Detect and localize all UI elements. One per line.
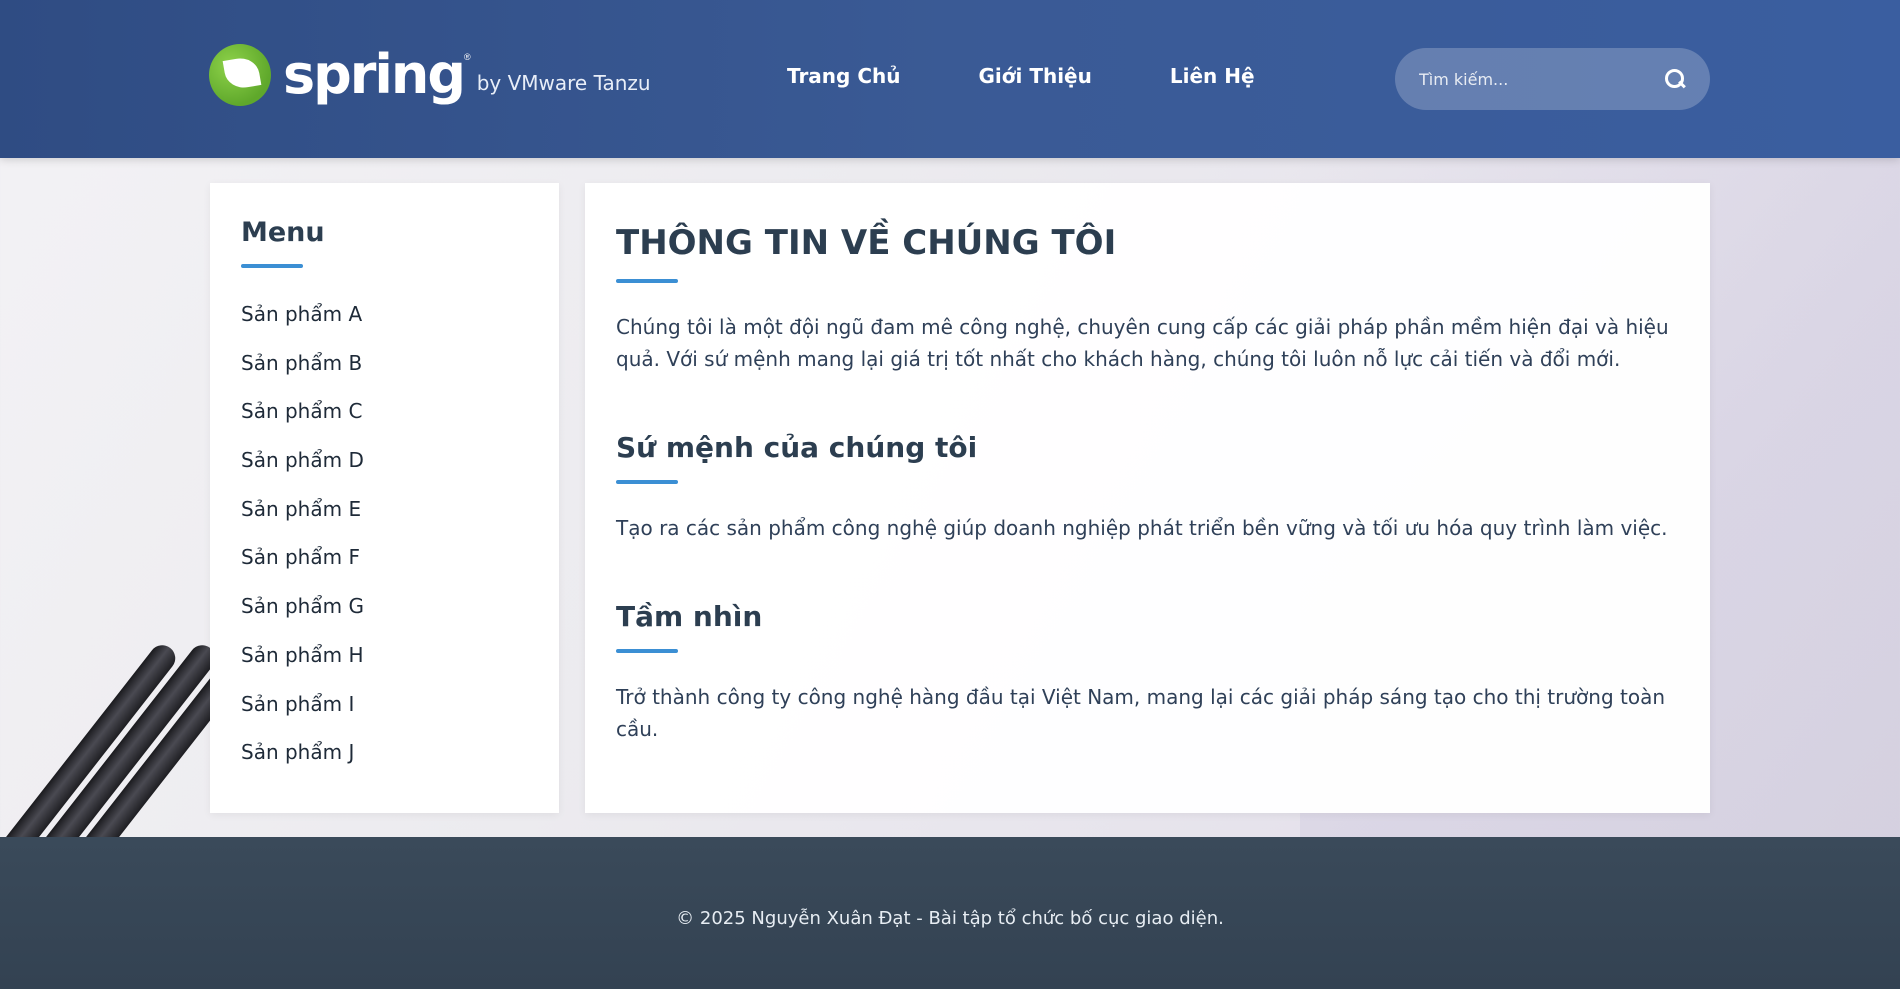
sidebar-item-product-e[interactable]: Sản phẩm E [241,485,528,534]
sidebar-item-product-b[interactable]: Sản phẩm B [241,339,528,388]
search-icon[interactable] [1664,68,1686,90]
brand-name: spring [283,43,466,106]
footer-copyright: © 2025 Nguyễn Xuân Đạt - Bài tập tổ chức… [676,907,1224,929]
sidebar-item-product-h[interactable]: Sản phẩm H [241,631,528,680]
mission-paragraph: Tạo ra các sản phẩm công nghệ giúp doanh… [616,516,1668,540]
sidebar-item-product-a[interactable]: Sản phẩm A [241,290,528,339]
vision-underline [616,649,678,653]
nav-item-contact[interactable]: Liên Hệ [1170,64,1255,88]
search-box [1395,48,1710,110]
mission-underline [616,480,678,484]
search-input[interactable] [1419,69,1664,89]
sidebar-title: Menu [241,217,325,248]
page-title: THÔNG TIN VỀ CHÚNG TÔI [616,223,1117,263]
registered-mark: ® [464,52,471,62]
sidebar-item-product-d[interactable]: Sản phẩm D [241,436,528,485]
sidebar-item-product-c[interactable]: Sản phẩm C [241,387,528,436]
spring-logo[interactable]: spring ® by VMware Tanzu [209,42,651,108]
site-header: spring ® by VMware Tanzu Trang Chủ Giới … [0,0,1900,158]
spring-leaf-icon [209,44,271,106]
main-content: THÔNG TIN VỀ CHÚNG TÔI Chúng tôi là một … [585,183,1710,813]
title-underline [616,279,678,283]
mission-heading: Sứ mệnh của chúng tôi [616,431,978,464]
vision-heading: Tầm nhìn [616,600,763,633]
sidebar-menu: Sản phẩm A Sản phẩm B Sản phẩm C Sản phẩ… [241,290,528,777]
sidebar-item-product-g[interactable]: Sản phẩm G [241,582,528,631]
main-nav: Trang Chủ Giới Thiệu Liên Hệ [787,64,1255,88]
site-footer: © 2025 Nguyễn Xuân Đạt - Bài tập tổ chức… [0,837,1900,989]
sidebar-item-product-i[interactable]: Sản phẩm I [241,680,528,729]
vision-paragraph: Trở thành công ty công nghệ hàng đầu tại… [616,685,1666,741]
title-underline [241,264,303,268]
brand-tagline: by VMware Tanzu [476,71,651,95]
sidebar: Menu Sản phẩm A Sản phẩm B Sản phẩm C Sả… [210,183,559,813]
sidebar-item-product-j[interactable]: Sản phẩm J [241,728,528,777]
nav-item-about[interactable]: Giới Thiệu [978,64,1091,88]
sidebar-item-product-f[interactable]: Sản phẩm F [241,533,528,582]
intro-paragraph: Chúng tôi là một đội ngũ đam mê công ngh… [616,315,1669,371]
nav-item-home[interactable]: Trang Chủ [787,64,900,88]
